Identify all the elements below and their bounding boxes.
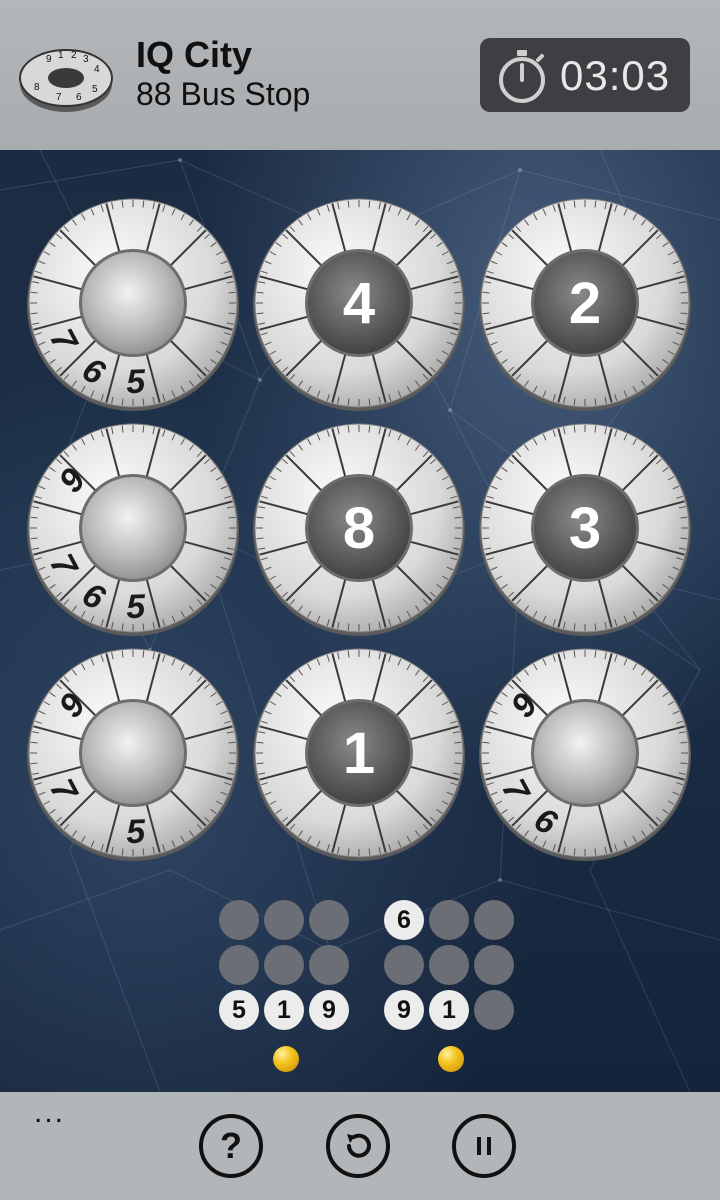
answer-cell (309, 900, 349, 940)
stopwatch-icon (499, 50, 545, 103)
dial-5[interactable]: 8 (251, 422, 467, 638)
dial-9[interactable]: 976 (477, 647, 693, 863)
gold-coin-icon (438, 1046, 464, 1072)
answer-cell (309, 945, 349, 985)
dial-4[interactable]: 976 5 (25, 422, 241, 638)
header: 9 1 2 3 4 5 6 7 8 IQ City 88 Bus Stop 03… (0, 0, 720, 150)
pause-icon (477, 1137, 491, 1155)
dial-center-number: 1 (343, 721, 375, 786)
answer-cell (264, 945, 304, 985)
dial-2[interactable]: 4 (251, 197, 467, 413)
answer-cell (474, 945, 514, 985)
answer-cell (429, 900, 469, 940)
dial-8[interactable]: 1 (251, 647, 467, 863)
svg-text:7: 7 (56, 92, 62, 103)
answer-cell (219, 900, 259, 940)
dial-7[interactable]: 975 (25, 647, 241, 863)
answer-cell (264, 900, 304, 940)
undo-icon (347, 1133, 371, 1158)
answer-cell: 5 (219, 990, 259, 1030)
svg-text:5: 5 (92, 84, 98, 95)
answer-cell (219, 945, 259, 985)
timer-value: 03:03 (560, 52, 671, 99)
undo-button[interactable] (326, 1114, 390, 1178)
dial-3[interactable]: 2 (477, 197, 693, 413)
game-board: 765 4 2 9765 8 3 975 1 976 519 691 (0, 150, 720, 1092)
answer-cell: 1 (429, 990, 469, 1030)
dial-1[interactable]: 76 5 (25, 197, 241, 413)
answer-cell: 6 (384, 900, 424, 940)
dial-rim-number: 5 (126, 363, 147, 402)
app-title: IQ City (136, 34, 253, 75)
help-icon: ? (220, 1125, 242, 1166)
svg-text:9: 9 (46, 54, 52, 65)
gold-coin-icon (273, 1046, 299, 1072)
dial-center-number: 3 (569, 496, 601, 561)
dial-rim-number: 5 (126, 588, 147, 627)
level-name: 88 Bus Stop (136, 76, 311, 112)
timer-badge: 03:03 (480, 38, 690, 112)
svg-text:6: 6 (76, 92, 82, 103)
dial-6[interactable]: 3 (477, 422, 693, 638)
svg-text:8: 8 (34, 82, 40, 93)
more-menu-button[interactable]: ... (34, 1096, 65, 1130)
app-logo-icon: 9 1 2 3 4 5 6 7 8 (19, 49, 113, 112)
answer-cell: 1 (264, 990, 304, 1030)
pause-button[interactable] (452, 1114, 516, 1178)
dial-center-number: 2 (569, 271, 601, 336)
answer-cell (384, 945, 424, 985)
answer-grid-1: 519 (219, 900, 353, 1090)
answer-grid-2: 6 91 (384, 900, 518, 1090)
answer-cell (474, 990, 514, 1030)
dial-center-number: 8 (343, 496, 375, 561)
answer-cell (474, 900, 514, 940)
svg-text:4: 4 (94, 64, 100, 75)
answer-cell: 9 (384, 990, 424, 1030)
dial-rim-number: 5 (126, 813, 147, 852)
svg-text:3: 3 (83, 54, 89, 65)
dial-center-number: 4 (343, 271, 375, 336)
help-button[interactable]: ? (199, 1114, 263, 1178)
svg-text:2: 2 (71, 50, 77, 61)
answer-cell: 9 (309, 990, 349, 1030)
svg-text:1: 1 (58, 50, 64, 61)
app-bar: ... ? (0, 1092, 720, 1200)
answer-cell (429, 945, 469, 985)
